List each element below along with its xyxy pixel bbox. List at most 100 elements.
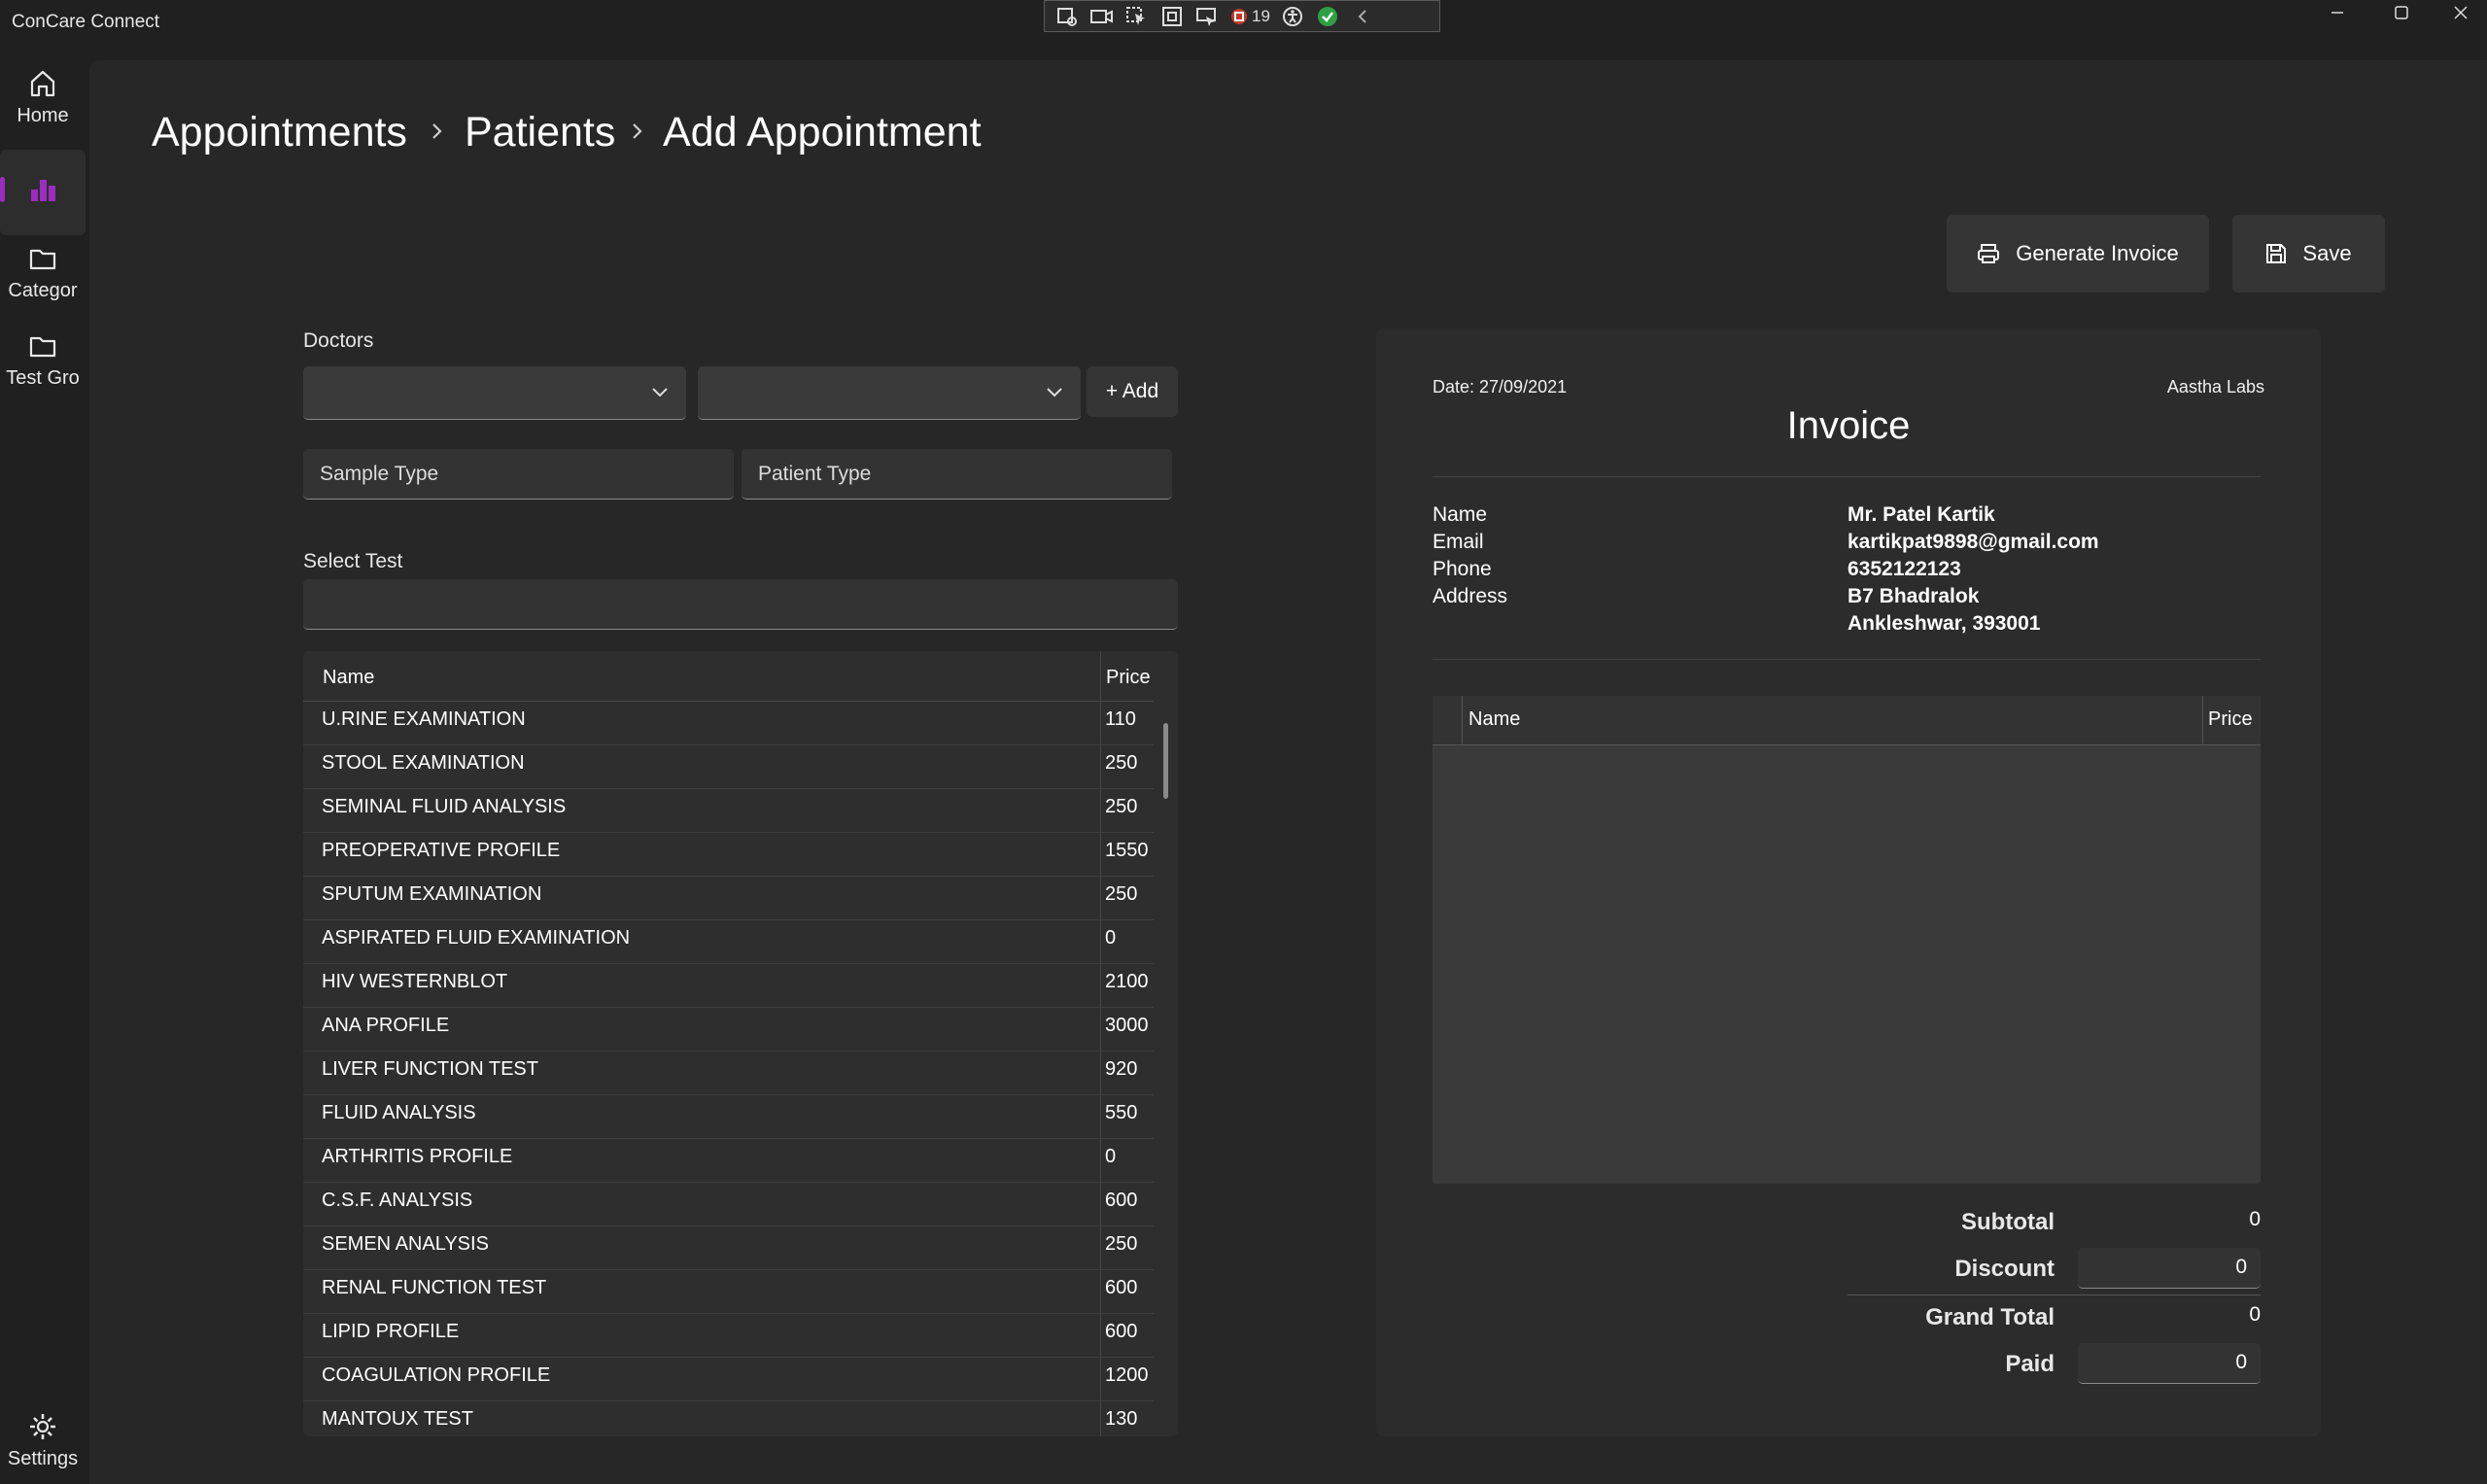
status-ok-icon bbox=[1315, 6, 1340, 27]
video-icon[interactable] bbox=[1089, 6, 1115, 27]
breadcrumb-appointments[interactable]: Appointments bbox=[152, 109, 407, 156]
breadcrumb-add-appointment: Add Appointment bbox=[663, 109, 982, 155]
save-button[interactable]: Save bbox=[2232, 215, 2385, 293]
column-header-name[interactable]: Name bbox=[323, 667, 374, 689]
test-name: SPUTUM EXAMINATION bbox=[322, 883, 542, 905]
patient-address-line1: B7 Bhadralok bbox=[1848, 585, 1980, 607]
table-row[interactable]: LIPID PROFILE 600 bbox=[303, 1314, 1154, 1358]
breadcrumb-patients[interactable]: Patients bbox=[465, 109, 615, 156]
column-divider bbox=[1462, 696, 1463, 744]
nav-rail: Home Categor Test Gro Settings bbox=[0, 60, 89, 1484]
app-title: ConCare Connect bbox=[12, 12, 160, 32]
table-row[interactable]: C.S.F. ANALYSIS 600 bbox=[303, 1183, 1154, 1226]
select-test-label: Select Test bbox=[303, 550, 403, 572]
track-focus-icon[interactable] bbox=[1194, 6, 1220, 27]
table-row[interactable]: MANTOUX TEST 130 bbox=[303, 1401, 1154, 1436]
maximize-icon[interactable] bbox=[2372, 0, 2431, 25]
table-row[interactable]: U.RINE EXAMINATION 110 bbox=[303, 702, 1154, 745]
test-name: STOOL EXAMINATION bbox=[322, 752, 525, 774]
test-price: 0 bbox=[1105, 927, 1117, 949]
test-price: 0 bbox=[1105, 1146, 1117, 1167]
invoice-column-name[interactable]: Name bbox=[1468, 708, 1520, 731]
invoice-column-price[interactable]: Price bbox=[2208, 708, 2253, 731]
test-name: COAGULATION PROFILE bbox=[322, 1364, 551, 1386]
table-row[interactable]: SPUTUM EXAMINATION 250 bbox=[303, 877, 1154, 920]
binding-failures-icon[interactable]: 19 bbox=[1229, 6, 1270, 27]
column-header-price[interactable]: Price bbox=[1106, 667, 1151, 689]
patient-address-line2: Ankleshwar, 393001 bbox=[1848, 612, 2041, 635]
chevron-down-icon bbox=[1047, 388, 1062, 397]
layout-adorner-icon[interactable] bbox=[1159, 6, 1185, 27]
table-row[interactable]: FLUID ANALYSIS 550 bbox=[303, 1095, 1154, 1139]
test-name: FLUID ANALYSIS bbox=[322, 1102, 476, 1123]
accessibility-icon[interactable] bbox=[1280, 6, 1305, 27]
test-name: ANA PROFILE bbox=[322, 1015, 450, 1036]
test-name: LIVER FUNCTION TEST bbox=[322, 1058, 538, 1080]
test-name: RENAL FUNCTION TEST bbox=[322, 1277, 547, 1298]
table-row[interactable]: PREOPERATIVE PROFILE 1550 bbox=[303, 833, 1154, 877]
test-price: 1550 bbox=[1105, 840, 1149, 861]
nav-item-settings[interactable]: Settings bbox=[0, 1411, 86, 1470]
select-element-icon[interactable] bbox=[1124, 6, 1150, 27]
test-name: SEMEN ANALYSIS bbox=[322, 1233, 489, 1255]
doctor-select-secondary[interactable] bbox=[698, 366, 1081, 420]
test-price: 600 bbox=[1105, 1321, 1138, 1342]
test-price: 2100 bbox=[1105, 971, 1149, 992]
nav-item-test-groups[interactable]: Test Gro bbox=[0, 330, 86, 390]
save-label: Save bbox=[2302, 241, 2352, 265]
nav-item-home[interactable]: Home bbox=[0, 68, 86, 127]
field-key-phone: Phone bbox=[1433, 558, 1492, 580]
selection-indicator bbox=[0, 177, 5, 202]
patient-type-field[interactable]: Patient Type bbox=[742, 449, 1172, 500]
folder-icon bbox=[29, 249, 56, 270]
nav-item-label: Test Gro bbox=[6, 367, 80, 389]
lab-name: Aastha Labs bbox=[2166, 377, 2264, 397]
test-price: 250 bbox=[1105, 883, 1138, 905]
test-search-input[interactable] bbox=[303, 579, 1178, 630]
test-price: 110 bbox=[1105, 708, 1136, 730]
table-row[interactable]: SEMINAL FLUID ANALYSIS 250 bbox=[303, 789, 1154, 833]
invoice-items-table: Name Price bbox=[1433, 696, 2261, 1184]
test-price: 1200 bbox=[1105, 1364, 1149, 1386]
live-tree-icon[interactable] bbox=[1054, 6, 1080, 27]
discount-input[interactable]: 0 bbox=[2078, 1248, 2261, 1289]
add-doctor-button[interactable]: + Add bbox=[1087, 366, 1178, 417]
divider bbox=[1433, 476, 2261, 477]
home-icon bbox=[30, 70, 55, 97]
table-row[interactable]: RENAL FUNCTION TEST 600 bbox=[303, 1270, 1154, 1314]
gear-icon bbox=[30, 1414, 55, 1439]
bar-chart-icon bbox=[31, 180, 55, 201]
table-row[interactable]: HIV WESTERNBLOT 2100 bbox=[303, 964, 1154, 1008]
test-name: ARTHRITIS PROFILE bbox=[322, 1146, 513, 1167]
table-row[interactable]: LIVER FUNCTION TEST 920 bbox=[303, 1052, 1154, 1095]
table-row[interactable]: STOOL EXAMINATION 250 bbox=[303, 745, 1154, 789]
test-name: HIV WESTERNBLOT bbox=[322, 971, 508, 992]
table-row[interactable]: ANA PROFILE 3000 bbox=[303, 1008, 1154, 1052]
nav-item-label: Settings bbox=[7, 1448, 79, 1469]
generate-invoice-label: Generate Invoice bbox=[2016, 241, 2179, 265]
table-row[interactable]: COAGULATION PROFILE 1200 bbox=[303, 1358, 1154, 1401]
paid-input[interactable]: 0 bbox=[2078, 1343, 2261, 1384]
divider bbox=[1433, 659, 2261, 660]
subtotal-value: 0 bbox=[2249, 1208, 2261, 1230]
collapse-toolbar-icon[interactable] bbox=[1350, 6, 1375, 27]
table-row[interactable]: ASPIRATED FLUID EXAMINATION 0 bbox=[303, 920, 1154, 964]
subtotal-label: Subtotal bbox=[1961, 1209, 2055, 1235]
sample-type-field[interactable]: Sample Type bbox=[303, 449, 734, 500]
test-price: 250 bbox=[1105, 752, 1138, 774]
test-price: 250 bbox=[1105, 796, 1138, 817]
invoice-date: Date: 27/09/2021 bbox=[1433, 377, 1568, 397]
table-row[interactable]: SEMEN ANALYSIS 250 bbox=[303, 1226, 1154, 1270]
nav-item-categories[interactable]: Categor bbox=[0, 243, 86, 302]
table-row[interactable]: ARTHRITIS PROFILE 0 bbox=[303, 1139, 1154, 1183]
patient-phone: 6352122123 bbox=[1848, 558, 1961, 580]
grand-total-label: Grand Total bbox=[1925, 1304, 2055, 1330]
test-name: C.S.F. ANALYSIS bbox=[322, 1190, 473, 1211]
vertical-scrollbar[interactable] bbox=[1163, 723, 1168, 799]
doctor-select-primary[interactable] bbox=[303, 366, 686, 420]
close-icon[interactable] bbox=[2432, 0, 2487, 25]
generate-invoice-button[interactable]: Generate Invoice bbox=[1947, 215, 2209, 293]
minimize-icon[interactable] bbox=[2308, 0, 2366, 25]
nav-item-reports[interactable] bbox=[0, 150, 86, 235]
test-grid: Name Price U.RINE EXAMINATION 110 STOOL EX… bbox=[303, 651, 1178, 1436]
